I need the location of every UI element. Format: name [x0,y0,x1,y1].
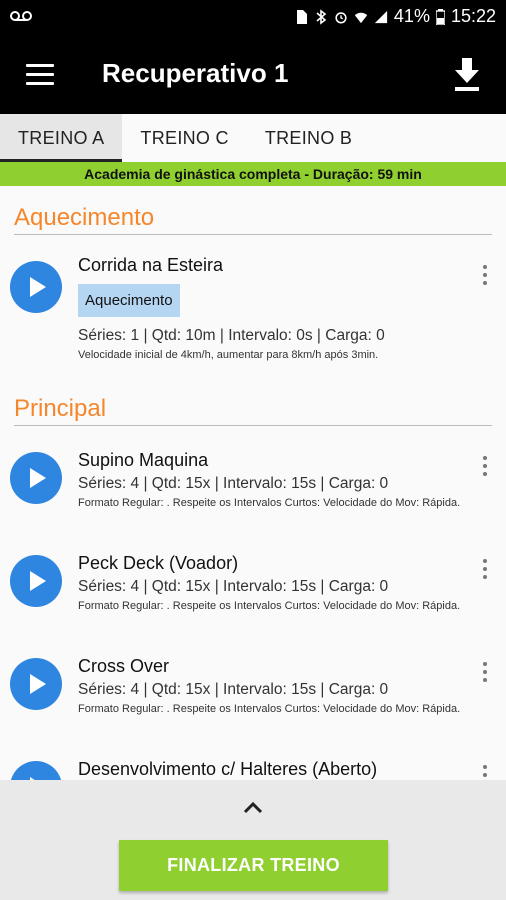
clock: 15:22 [450,6,496,26]
exercise-item[interactable]: Peck Deck (Voador) Séries: 4 | Qtd: 15x … [0,553,506,656]
exercise-name: Desenvolvimento c/ Halteres (Aberto) [78,759,378,779]
exercise-details: Séries: 4 | Qtd: 15x | Intervalo: 15s | … [78,475,389,492]
status-bar: 41% 15:22 [0,0,506,34]
wifi-icon [354,12,368,23]
battery-icon [435,8,445,25]
exercise-name: Cross Over [78,656,170,676]
exercise-name: Peck Deck (Voador) [78,553,239,573]
tab-bar: TREINO A TREINO C TREINO B [0,114,506,162]
play-icon[interactable] [10,761,62,780]
gym-duration-banner: Academia de ginástica completa - Duração… [0,162,506,186]
exercise-name: Corrida na Esteira [78,255,224,275]
bluetooth-icon [316,8,327,25]
exercise-item[interactable]: Desenvolvimento c/ Halteres (Aberto) [0,759,506,780]
exercise-item[interactable]: Supino Maquina Séries: 4 | Qtd: 15x | In… [0,450,506,553]
battery-percent: 41% [393,6,430,26]
alarm-icon [335,11,347,23]
exercise-details: Séries: 4 | Qtd: 15x | Intervalo: 15s | … [78,578,389,595]
exercise-note: Velocidade inicial de 4km/h, aumentar pa… [78,349,379,361]
exercise-details: Séries: 4 | Qtd: 15x | Intervalo: 15s | … [78,681,389,698]
signal-icon [374,10,388,23]
section-title-principal: Principal [14,395,492,426]
play-icon[interactable] [10,555,62,607]
exercise-item[interactable]: Cross Over Séries: 4 | Qtd: 15x | Interv… [0,656,506,759]
section-title-aquecimento: Aquecimento [14,204,492,235]
app-bar: Recuperativo 1 [0,34,506,114]
play-icon[interactable] [10,452,62,504]
more-vert-icon[interactable] [480,662,490,688]
tab-treino-a[interactable]: TREINO A [0,114,123,162]
bottom-panel: FINALIZAR TREINO [0,780,506,900]
more-vert-icon[interactable] [480,265,490,291]
more-vert-icon[interactable] [480,559,490,585]
chevron-up-icon[interactable] [243,800,263,814]
tab-treino-b[interactable]: TREINO B [247,114,370,162]
tab-treino-c[interactable]: TREINO C [122,114,246,162]
exercise-list[interactable]: Aquecimento Corrida na Esteira Aquecimen… [0,186,506,780]
more-vert-icon[interactable] [480,765,490,780]
play-icon[interactable] [10,658,62,710]
finish-workout-button[interactable]: FINALIZAR TREINO [119,840,388,891]
sim-icon [296,9,307,24]
exercise-note: Formato Regular: . Respeite os Intervalo… [78,703,461,715]
menu-icon[interactable] [26,64,54,86]
exercise-item[interactable]: Corrida na Esteira Aquecimento Séries: 1… [0,255,506,395]
play-icon[interactable] [10,261,62,313]
page-title: Recuperativo 1 [102,58,289,88]
exercise-name: Supino Maquina [78,450,209,470]
voicemail-icon [10,11,32,21]
download-icon[interactable] [452,56,482,92]
exercise-tag: Aquecimento [78,284,180,317]
exercise-details: Séries: 1 | Qtd: 10m | Intervalo: 0s | C… [78,327,385,344]
exercise-note: Formato Regular: . Respeite os Intervalo… [78,497,461,509]
exercise-note: Formato Regular: . Respeite os Intervalo… [78,600,461,612]
more-vert-icon[interactable] [480,456,490,482]
